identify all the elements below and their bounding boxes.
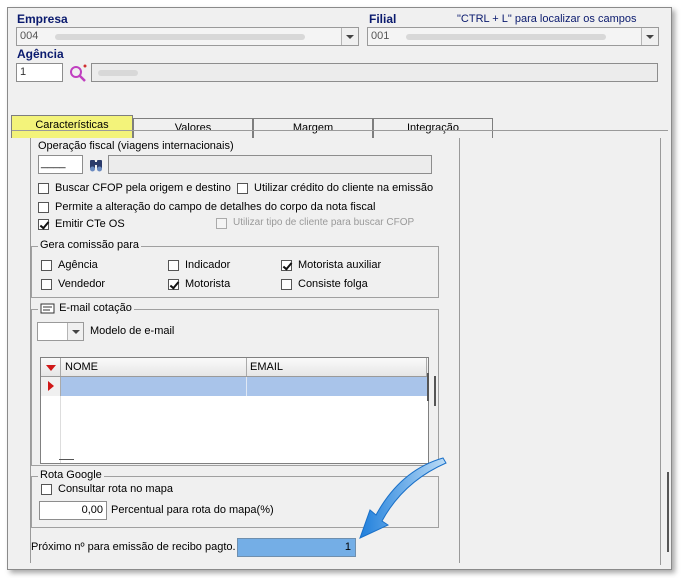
window-frame: Empresa 004 Filial "CTRL + L" para local…	[7, 7, 672, 570]
utilizar-tipo-cliente-checkbox: Utilizar tipo de cliente para buscar CFO…	[216, 217, 436, 231]
callout-arrow-icon	[359, 457, 447, 539]
rota-title: Rota Google	[38, 469, 104, 481]
percentual-label: Percentual para rota do mapa(%)	[111, 504, 274, 516]
filial-combo[interactable]: 001	[367, 27, 659, 46]
comissao-consiste-folga-checkbox[interactable]: Consiste folga	[281, 278, 421, 292]
tab-margem[interactable]: Margem	[253, 118, 373, 138]
operacao-input[interactable]: ____	[38, 155, 83, 174]
operacao-description	[108, 155, 432, 174]
percentual-input[interactable]: 0,00	[39, 501, 107, 520]
comissao-title: Gera comissão para	[38, 239, 142, 251]
grid-header: NOME EMAIL	[41, 358, 428, 377]
search-icon[interactable]	[68, 63, 88, 83]
consultar-rota-checkbox[interactable]: Consultar rota no mapa	[41, 483, 241, 497]
comissao-vendedor-checkbox[interactable]: Vendedor	[41, 278, 141, 292]
cell-divider	[246, 377, 247, 396]
vertical-scrollbar[interactable]	[660, 138, 674, 565]
scrollbar-thumb[interactable]	[667, 472, 669, 552]
percentual-value: 0,00	[81, 504, 103, 516]
chevron-down-icon[interactable]	[641, 28, 658, 45]
utilizar-credito-checkbox[interactable]: Utilizar crédito do cliente na emissão	[237, 182, 437, 196]
grid-hscroll-thumb[interactable]	[59, 459, 74, 460]
column-email[interactable]: EMAIL	[250, 361, 283, 373]
envelope-icon	[40, 303, 55, 314]
comissao-indicador-checkbox[interactable]: Indicador	[168, 259, 268, 273]
agencia-label: Agência	[17, 47, 64, 61]
email-model-combo[interactable]	[37, 322, 84, 341]
filial-value: 001	[371, 30, 390, 42]
operacao-value: ____	[41, 157, 66, 169]
buscar-cfop-checkbox[interactable]: Buscar CFOP pela origem e destino	[38, 182, 238, 196]
comissao-motorista-checkbox[interactable]: Motorista	[168, 278, 268, 292]
empresa-label: Empresa	[17, 12, 68, 26]
search-hint: "CTRL + L" para localizar os campos	[457, 13, 637, 25]
sort-arrow-icon	[46, 365, 56, 371]
agencia-name-field	[91, 63, 658, 82]
grid-indicator-header	[41, 358, 61, 376]
operacao-label: Operação fiscal (viagens internacionais)	[38, 140, 234, 152]
recibo-label: Próximo nº para emissão de recibo pagto.	[31, 541, 236, 553]
tab-divider	[12, 130, 668, 131]
permite-alteracao-checkbox[interactable]: Permite a alteração do campo de detalhes…	[38, 201, 438, 215]
email-title: E-mail cotação	[59, 302, 132, 314]
binoculars-icon[interactable]	[88, 156, 105, 173]
email-grid[interactable]: NOME EMAIL	[40, 357, 436, 464]
empresa-combo[interactable]: 004	[16, 27, 359, 46]
chevron-down-icon[interactable]	[67, 323, 83, 340]
chevron-down-icon[interactable]	[341, 28, 358, 45]
table-row[interactable]	[41, 377, 428, 396]
tab-valores[interactable]: Valores	[133, 118, 253, 138]
grid-scroll-indicator[interactable]	[427, 373, 429, 401]
email-model-label: Modelo de e-mail	[90, 325, 175, 337]
current-row-icon	[48, 381, 54, 391]
emitir-cte-os-checkbox[interactable]: Emitir CTe OS	[38, 218, 158, 232]
row-indicator	[41, 377, 61, 396]
comissao-motorista-auxiliar-checkbox[interactable]: Motorista auxiliar	[281, 259, 421, 273]
tab-caracteristicas[interactable]: Características	[11, 115, 133, 138]
empresa-name-redacted	[55, 34, 305, 40]
tab-integracao[interactable]: Integração	[373, 118, 493, 138]
grid-vscroll-thumb[interactable]	[434, 376, 436, 406]
empresa-value: 004	[20, 30, 39, 42]
column-divider	[246, 358, 247, 376]
agencia-name-redacted	[98, 70, 138, 76]
indicator-column	[41, 396, 61, 463]
agencia-value: 1	[20, 66, 27, 78]
email-title-wrap: E-mail cotação	[38, 302, 134, 314]
agencia-input[interactable]: 1	[16, 63, 63, 82]
comissao-agencia-checkbox[interactable]: Agência	[41, 259, 141, 273]
filial-label: Filial	[369, 12, 397, 26]
filial-name-redacted	[406, 34, 606, 40]
column-nome[interactable]: NOME	[65, 361, 98, 373]
